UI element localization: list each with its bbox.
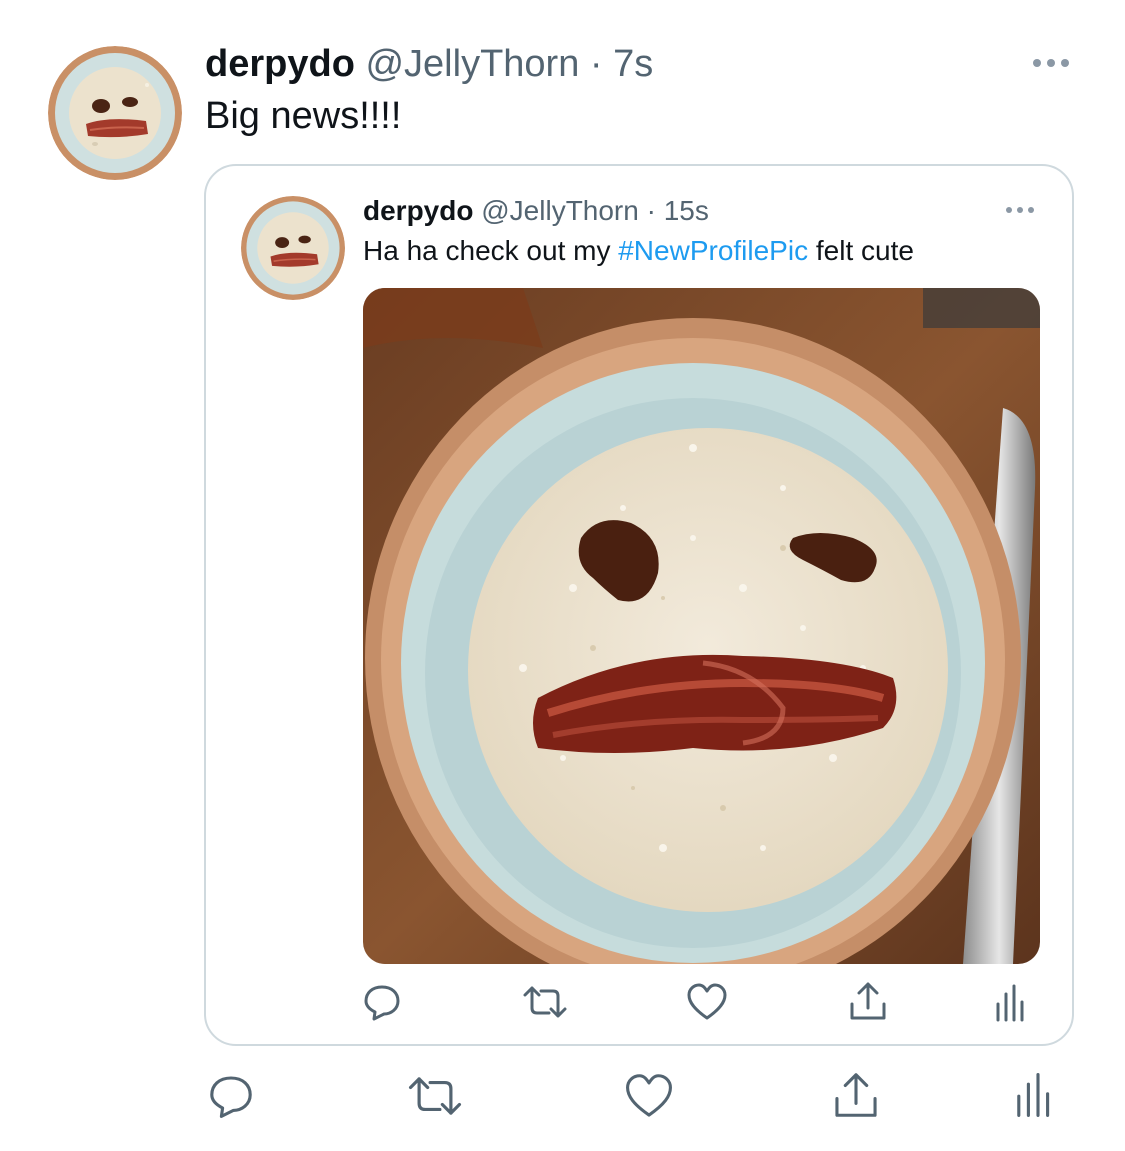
quoted-share-icon[interactable] [848,980,888,1022]
quoted-text-after: felt cute [808,235,914,266]
oatmeal-bowl-image [363,288,1040,964]
more-horizontal-icon[interactable] [1025,50,1077,76]
more-horizontal-icon[interactable] [1000,200,1040,220]
quoted-text-before: Ha ha check out my [363,235,619,266]
quoted-handle[interactable]: @JellyThorn [481,195,639,226]
reply-icon[interactable] [206,1072,256,1120]
quoted-display-name[interactable]: derpydo [363,195,473,226]
analytics-icon[interactable] [1014,1072,1050,1118]
separator: · [589,43,603,85]
avatar[interactable] [48,46,182,180]
timestamp[interactable]: 7s [613,43,653,85]
quoted-analytics-icon[interactable] [994,984,1024,1022]
quoted-retweet-icon[interactable] [522,984,568,1020]
quoted-avatar[interactable] [241,196,345,300]
retweet-icon[interactable] [406,1074,464,1118]
tweet-text: Big news!!!! [205,95,402,137]
share-icon[interactable] [832,1070,880,1120]
tweet-header: derpydo @JellyThorn · 7s [205,42,653,86]
quoted-reply-icon[interactable] [362,982,402,1022]
handle[interactable]: @JellyThorn [365,43,579,85]
tweet-photo[interactable] [363,288,1040,964]
profile-photo [241,196,345,300]
hashtag-link[interactable]: #NewProfilePic [618,235,808,266]
quoted-like-icon[interactable] [686,982,728,1022]
profile-photo [48,46,182,180]
quoted-timestamp[interactable]: 15s [664,195,709,226]
like-icon[interactable] [624,1072,674,1120]
display-name[interactable]: derpydo [205,43,355,85]
quoted-tweet-header: derpydo @JellyThorn · 15s [363,194,709,228]
quoted-separator: · [646,195,656,226]
quoted-tweet-text: Ha ha check out my #NewProfilePic felt c… [363,234,914,268]
